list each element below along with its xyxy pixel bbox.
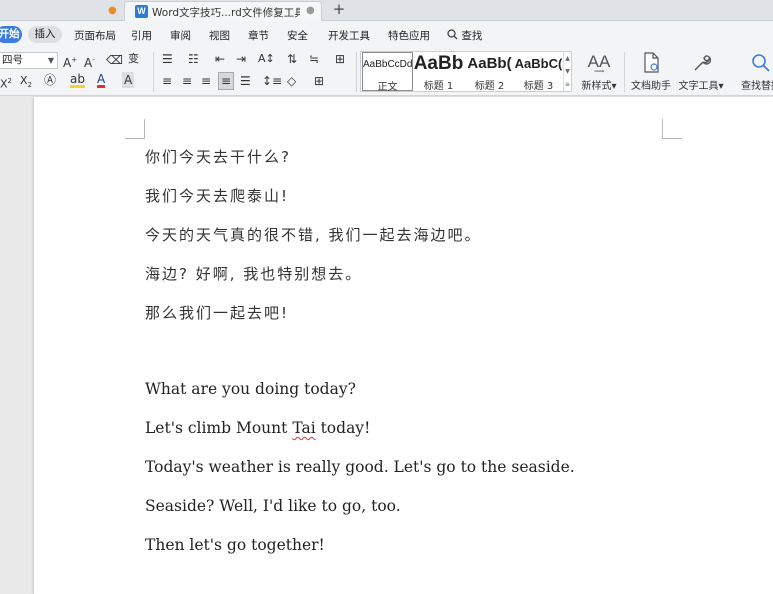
align-right-icon[interactable]: ≡	[201, 73, 211, 89]
menu-insert[interactable]: 插入	[28, 26, 62, 43]
line-spacing-icon[interactable]: ↕≡	[262, 73, 282, 89]
text-run: today!	[315, 419, 371, 437]
toolbar-separator	[153, 52, 154, 92]
table-border-icon[interactable]: ⊞	[314, 73, 324, 89]
paragraph-zh-3[interactable]: 今天的天气真的很不错, 我们一起去海边吧。	[145, 224, 482, 245]
style-preview: AaBb(	[467, 55, 512, 72]
document-tab[interactable]: W Word文字技巧...rd文件修复工具 ●	[124, 1, 322, 21]
numbered-list-icon[interactable]: ☷	[188, 51, 199, 67]
align-center-icon[interactable]: ≡	[182, 73, 192, 89]
align-left-icon[interactable]: ≡	[162, 73, 172, 89]
paragraph-zh-1[interactable]: 你们今天去干什么?	[145, 146, 291, 167]
ribbon-menu: 开始 插入 页面布局 引用 审阅 视图 章节 安全 开发工具 特色应用 查找	[0, 21, 773, 48]
menu-special[interactable]: 特色应用	[388, 28, 430, 43]
doc-assistant-label: 文档助手	[631, 81, 671, 92]
new-style-icon: A͢A	[587, 52, 611, 71]
paragraph-spacing-icon[interactable]: ≒	[309, 51, 319, 67]
ribbon-toolbar: 四号 ▼ A+ A- ⌫ 变 X2 X2 Ⓐ ab A A ☰ ☷ ⇤ ⇥ A↕…	[0, 48, 773, 96]
menu-page-layout[interactable]: 页面布局	[74, 28, 116, 43]
text-tools-label: 文字工具▾	[678, 81, 724, 92]
paragraph-zh-2[interactable]: 我们今天去爬泰山!	[145, 185, 289, 206]
style-normal[interactable]: AaBbCcDd 正文	[362, 52, 413, 93]
document-tab-title: Word文字技巧...rd文件修复工具	[152, 7, 300, 19]
chevron-down-icon: ▼	[47, 56, 54, 65]
text-direction-icon[interactable]: A↕	[258, 51, 275, 67]
gallery-scrollbar[interactable]: ▲ ▼ ≡	[563, 52, 571, 91]
menu-review[interactable]: 审阅	[170, 28, 191, 43]
menu-start[interactable]: 开始	[0, 26, 22, 43]
style-preview: AaBbC(	[514, 56, 563, 71]
paragraph-en-5[interactable]: Then let's go together!	[145, 536, 325, 554]
search-label: 查找	[461, 30, 483, 42]
menu-search[interactable]: 查找	[447, 28, 482, 43]
style-heading-3[interactable]: AaBbC( 标题 3	[513, 52, 564, 92]
tab-close-icon[interactable]: ●	[306, 5, 315, 16]
increase-indent-icon[interactable]: ⇥	[236, 51, 246, 67]
new-style-label: 新样式▾	[581, 81, 617, 92]
new-tab-button[interactable]: +	[331, 0, 347, 20]
style-gallery: AaBbCcDd 正文 AaBb 标题 1 AaBb( 标题 2 AaBbC( …	[360, 51, 572, 93]
text-run: Let's climb Mount	[145, 419, 293, 437]
borders-icon[interactable]: ⊞	[335, 51, 345, 67]
menu-chapter[interactable]: 章节	[248, 28, 269, 43]
bullet-list-icon[interactable]: ☰	[162, 51, 173, 67]
toolbar-separator	[356, 52, 357, 92]
menu-view[interactable]: 视图	[209, 28, 230, 43]
tab-bar: ● W Word文字技巧...rd文件修复工具 ● +	[0, 0, 773, 21]
toolbar-separator	[624, 52, 625, 92]
document-canvas: 你们今天去干什么? 我们今天去爬泰山! 今天的天气真的很不错, 我们一起去海边吧…	[0, 97, 773, 594]
shrink-font-icon[interactable]: A-	[84, 52, 95, 71]
highlight-icon[interactable]: ab	[70, 71, 85, 88]
style-label: 正文	[377, 82, 398, 93]
previous-tab[interactable]: ●	[0, 0, 122, 21]
new-style-button[interactable]: A͢A 新样式▾	[578, 52, 620, 92]
wrench-icon	[694, 55, 711, 71]
shading-icon[interactable]: ◇	[287, 73, 296, 89]
justify-icon[interactable]: ≡	[218, 72, 235, 90]
doc-assistant-button[interactable]: 文档助手	[630, 52, 672, 92]
paragraph-zh-5[interactable]: 那么我们一起去吧!	[145, 302, 289, 323]
document-page[interactable]: 你们今天去干什么? 我们今天去爬泰山! 今天的天气真的很不错, 我们一起去海边吧…	[34, 97, 773, 594]
paragraph-en-4[interactable]: Seaside? Well, I'd like to go, too.	[145, 497, 401, 515]
text-effect-icon[interactable]: Ⓐ	[44, 72, 56, 88]
style-preview: AaBb	[413, 53, 464, 74]
style-heading-2[interactable]: AaBb( 标题 2	[464, 52, 515, 92]
paragraph-zh-4[interactable]: 海边? 好啊, 我也特别想去。	[145, 263, 362, 284]
sort-icon[interactable]: ⇅	[287, 51, 297, 67]
search-icon	[447, 29, 458, 40]
menu-security[interactable]: 安全	[287, 28, 308, 43]
find-replace-label: 查找替换	[741, 81, 773, 92]
paragraph-en-3[interactable]: Today's weather is really good. Let's go…	[145, 458, 575, 476]
margin-corner-marker	[125, 119, 145, 139]
style-preview: AaBbCcDd	[363, 59, 412, 70]
paragraph-en-2[interactable]: Let's climb Mount Tai today!	[145, 419, 370, 437]
font-size-value: 四号	[2, 54, 23, 66]
paragraph-en-1[interactable]: What are you doing today?	[145, 380, 356, 398]
style-label: 标题 2	[474, 81, 505, 92]
superscript-icon[interactable]: X2	[0, 73, 12, 93]
grow-font-icon[interactable]: A+	[63, 52, 77, 71]
subscript-icon[interactable]: X2	[20, 73, 32, 93]
unsaved-dot-icon: ●	[108, 5, 117, 16]
style-label: 标题 3	[523, 81, 554, 92]
margin-corner-marker	[662, 119, 682, 139]
font-size-select[interactable]: 四号 ▼	[0, 52, 58, 69]
text-tools-button[interactable]: 文字工具▾	[676, 52, 726, 92]
document-icon	[644, 52, 659, 73]
char-shading-icon[interactable]: A	[122, 72, 135, 88]
menu-developer[interactable]: 开发工具	[328, 28, 370, 43]
word-doc-icon: W	[135, 5, 148, 18]
menu-references[interactable]: 引用	[131, 28, 152, 43]
search-icon	[752, 54, 770, 72]
decrease-indent-icon[interactable]: ⇤	[215, 51, 225, 67]
spellcheck-flagged-word[interactable]: Tai	[292, 419, 315, 437]
clear-format-icon[interactable]: ⌫	[106, 52, 123, 68]
font-color-icon[interactable]: A	[97, 71, 106, 88]
style-heading-1[interactable]: AaBb 标题 1	[413, 52, 464, 92]
phonetic-guide-icon[interactable]: 变	[128, 51, 139, 67]
find-replace-button[interactable]: 查找替换	[737, 52, 773, 92]
distributed-align-icon[interactable]: ☰	[240, 73, 251, 89]
style-label: 标题 1	[423, 81, 454, 92]
